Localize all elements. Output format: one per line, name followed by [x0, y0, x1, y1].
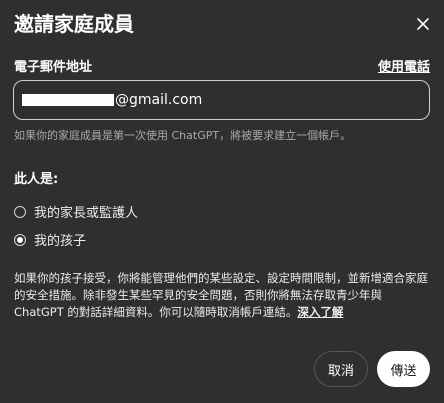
email-field[interactable]: @gmail.com — [13, 80, 430, 120]
send-button[interactable]: 傳送 — [377, 351, 430, 387]
email-hint: 如果你的家庭成員是第一次使用 ChatGPT，將被要求建立一個帳戶。 — [14, 129, 352, 142]
description-body: 如果你的孩子接受，你將能管理他們的某些設定、設定時間限制，並新增適合家庭的安全措… — [14, 271, 428, 319]
relation-label: 此人是: — [14, 172, 59, 187]
option-my-child[interactable]: 我的孩子 — [14, 230, 86, 249]
cancel-button[interactable]: 取消 — [314, 351, 368, 387]
option-parent-guardian[interactable]: 我的家長或監護人 — [14, 202, 138, 221]
invite-family-dialog: 邀請家庭成員 電子郵件地址 使用電話 @gmail.com 如果你的家庭成員是第… — [0, 0, 444, 403]
option-label: 我的孩子 — [34, 234, 87, 249]
description-text: 如果你的孩子接受，你將能管理他們的某些設定、設定時間限制，並新增適合家庭的安全措… — [14, 270, 434, 321]
learn-more-link[interactable]: 深入了解 — [297, 305, 343, 319]
email-value-domain: @gmail.com — [115, 92, 203, 108]
dialog-title: 邀請家庭成員 — [14, 12, 134, 36]
use-phone-link[interactable]: 使用電話 — [378, 56, 430, 75]
radio-unselected-icon[interactable] — [14, 205, 26, 218]
radio-selected-icon[interactable] — [14, 233, 26, 246]
option-label: 我的家長或監護人 — [34, 206, 139, 221]
close-icon[interactable] — [416, 17, 430, 31]
email-label: 電子郵件地址 — [14, 60, 93, 75]
redacted-email-username — [22, 94, 114, 106]
